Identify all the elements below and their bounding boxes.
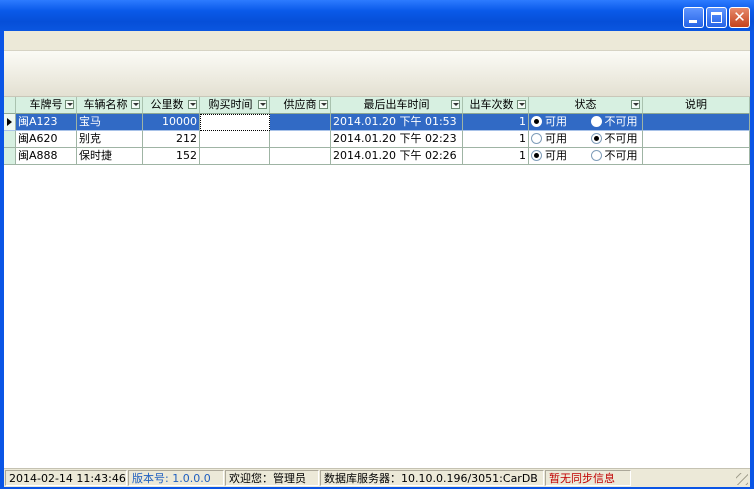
column-header-label: 公里数 (150, 98, 184, 111)
status-option-unavailable[interactable]: 不可用 (590, 149, 638, 162)
close-button[interactable]: ✕ (729, 7, 750, 28)
filter-dropdown-icon[interactable] (258, 100, 267, 109)
filter-dropdown-icon[interactable] (131, 100, 140, 109)
minimize-icon (689, 20, 697, 23)
column-header-last-out[interactable]: 最后出车时间 (331, 97, 463, 114)
status-option-unavailable[interactable]: 不可用 (590, 132, 638, 145)
cell-last-out[interactable]: 2014.01.20 下午 02:23 (331, 131, 463, 148)
column-header-status[interactable]: 状态 (529, 97, 643, 114)
radio-label: 可用 (545, 149, 567, 162)
cell-note[interactable] (643, 114, 750, 131)
minimize-button[interactable] (683, 7, 704, 28)
column-header-count[interactable]: 出车次数 (463, 97, 529, 114)
radio-label: 不可用 (604, 149, 638, 162)
status-version: 版本号: 1.0.0.0 (128, 470, 224, 486)
window-titlebar: ✕ (0, 0, 754, 31)
cell-plate[interactable]: 闽A888 (16, 148, 77, 165)
status-db-server: 数据库服务器：10.10.0.196/3051:CarDB (320, 470, 544, 486)
cell-name[interactable]: 保时捷 (77, 148, 143, 165)
column-header-label: 车辆名称 (83, 98, 128, 111)
menu-bar (4, 31, 750, 51)
vehicle-grid: 车牌号 车辆名称 公里数 购买时间 供应商 最后出车时间 出车次数 状态 说明 … (4, 97, 750, 165)
column-header-supplier[interactable]: 供应商 (270, 97, 331, 114)
maximize-icon (711, 12, 722, 23)
column-header-buy-date[interactable]: 购买时间 (200, 97, 270, 114)
resize-grip-icon[interactable] (736, 473, 748, 485)
current-row-arrow-icon (7, 118, 12, 126)
filter-dropdown-icon[interactable] (517, 100, 526, 109)
column-header-name[interactable]: 车辆名称 (77, 97, 143, 114)
status-option-unavailable[interactable]: 不可用 (590, 115, 638, 128)
radio-label: 可用 (545, 115, 567, 128)
cell-buy-date[interactable] (200, 148, 270, 165)
cell-buy-date[interactable] (200, 131, 270, 148)
cell-supplier[interactable] (270, 114, 331, 131)
filter-dropdown-icon[interactable] (451, 100, 460, 109)
row-indicator (4, 148, 16, 165)
filter-dropdown-icon[interactable] (65, 100, 74, 109)
row-indicator (4, 131, 16, 148)
cell-status: 可用 不可用 (529, 114, 643, 131)
cell-supplier[interactable] (270, 131, 331, 148)
toolbar (4, 51, 750, 97)
cell-note[interactable] (643, 131, 750, 148)
status-sync: 暂无同步信息 (545, 470, 631, 486)
column-header-label: 购买时间 (208, 98, 253, 111)
filter-dropdown-icon[interactable] (188, 100, 197, 109)
table-row[interactable]: 闽A123 宝马 10000 2014.01.20 下午 01:53 1 可用 … (4, 114, 750, 131)
column-header-label: 状态 (574, 98, 597, 111)
column-header-plate[interactable]: 车牌号 (16, 97, 77, 114)
close-icon: ✕ (733, 8, 746, 26)
column-header-label: 供应商 (283, 98, 317, 111)
radio-label: 不可用 (604, 132, 638, 145)
radio-icon (590, 133, 602, 144)
maximize-button[interactable] (706, 7, 727, 28)
cell-last-out[interactable]: 2014.01.20 下午 01:53 (331, 114, 463, 131)
table-row[interactable]: 闽A888 保时捷 152 2014.01.20 下午 02:26 1 可用 不… (4, 148, 750, 165)
status-option-available[interactable]: 可用 (531, 115, 587, 128)
cell-last-out[interactable]: 2014.01.20 下午 02:26 (331, 148, 463, 165)
window-controls: ✕ (683, 7, 750, 28)
radio-icon (531, 116, 542, 127)
cell-plate[interactable]: 闽A620 (16, 131, 77, 148)
radio-icon (531, 150, 542, 161)
column-header-label: 说明 (685, 98, 707, 111)
radio-icon (531, 133, 542, 144)
filter-dropdown-icon[interactable] (631, 100, 640, 109)
cell-km[interactable]: 10000 (143, 114, 200, 131)
cell-name[interactable]: 宝马 (77, 114, 143, 131)
status-datetime: 2014-02-14 11:43:46 (5, 470, 127, 486)
column-header-km[interactable]: 公里数 (143, 97, 200, 114)
status-option-available[interactable]: 可用 (531, 149, 587, 162)
status-bar: 2014-02-14 11:43:46 版本号: 1.0.0.0 欢迎您：管理员… (4, 468, 750, 487)
window-client: 车牌号 车辆名称 公里数 购买时间 供应商 最后出车时间 出车次数 状态 说明 … (4, 31, 750, 487)
radio-label: 可用 (545, 132, 567, 145)
cell-buy-date[interactable] (200, 114, 270, 131)
cell-status: 可用 不可用 (529, 131, 643, 148)
grid-header: 车牌号 车辆名称 公里数 购买时间 供应商 最后出车时间 出车次数 状态 说明 (4, 97, 750, 114)
cell-count[interactable]: 1 (463, 114, 529, 131)
radio-label: 不可用 (604, 115, 638, 128)
cell-status: 可用 不可用 (529, 148, 643, 165)
cell-supplier[interactable] (270, 148, 331, 165)
cell-count[interactable]: 1 (463, 131, 529, 148)
radio-icon (590, 150, 602, 161)
radio-icon (590, 116, 602, 127)
row-indicator (4, 114, 16, 131)
cell-count[interactable]: 1 (463, 148, 529, 165)
column-header-label: 车牌号 (29, 98, 63, 111)
status-option-available[interactable]: 可用 (531, 132, 587, 145)
cell-km[interactable]: 152 (143, 148, 200, 165)
column-header-label: 出车次数 (469, 98, 514, 111)
cell-name[interactable]: 别克 (77, 131, 143, 148)
column-header-label: 最后出车时间 (363, 98, 430, 111)
column-header-note[interactable]: 说明 (643, 97, 750, 114)
table-row[interactable]: 闽A620 别克 212 2014.01.20 下午 02:23 1 可用 不可… (4, 131, 750, 148)
cell-km[interactable]: 212 (143, 131, 200, 148)
cell-note[interactable] (643, 148, 750, 165)
cell-plate[interactable]: 闽A123 (16, 114, 77, 131)
row-indicator-header (4, 97, 16, 114)
status-welcome: 欢迎您：管理员 (225, 470, 319, 486)
filter-dropdown-icon[interactable] (319, 100, 328, 109)
